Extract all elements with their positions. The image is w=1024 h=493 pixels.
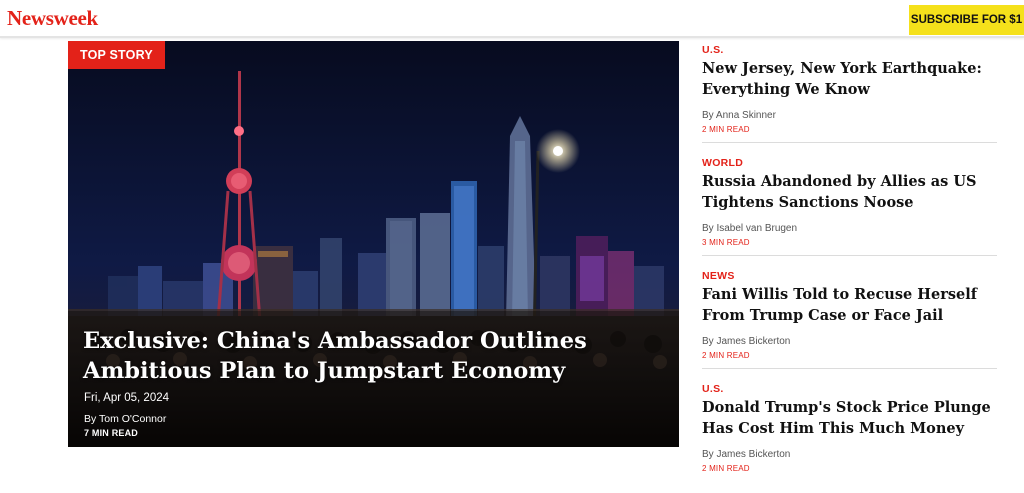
list-item[interactable]: U.S. New Jersey, New York Earthquake: Ev… xyxy=(702,40,997,143)
top-story-card[interactable]: TOP STORY Exclusive: China's Ambassador … xyxy=(68,41,679,447)
story-author[interactable]: By James Bickerton xyxy=(702,449,790,460)
top-story-image[interactable] xyxy=(68,41,679,447)
top-story-read-time: 7 MIN READ xyxy=(84,428,139,438)
story-headline[interactable]: Fani Willis Told to Recuse Herself From … xyxy=(702,284,997,326)
newsweek-logo[interactable]: Newsweek xyxy=(7,7,98,29)
top-navigation-bar: Newsweek SUBSCRIBE FOR $1 xyxy=(0,0,1024,38)
story-author[interactable]: By Anna Skinner xyxy=(702,110,776,121)
top-story-badge[interactable]: TOP STORY xyxy=(68,41,165,69)
list-item[interactable]: WORLD Russia Abandoned by Allies as US T… xyxy=(702,153,997,256)
story-headline[interactable]: New Jersey, New York Earthquake: Everyth… xyxy=(702,58,997,100)
top-story-date: Fri, Apr 05, 2024 xyxy=(84,392,170,404)
story-headline[interactable]: Russia Abandoned by Allies as US Tighten… xyxy=(702,171,997,213)
story-author[interactable]: By James Bickerton xyxy=(702,336,790,347)
story-category[interactable]: U.S. xyxy=(702,383,724,395)
story-category[interactable]: U.S. xyxy=(702,44,724,56)
list-item[interactable]: NEWS Fani Willis Told to Recuse Herself … xyxy=(702,266,997,369)
story-headline[interactable]: Donald Trump's Stock Price Plunge Has Co… xyxy=(702,397,997,439)
story-read-time: 2 MIN READ xyxy=(702,125,750,134)
subscribe-button[interactable]: SUBSCRIBE FOR $1 xyxy=(909,5,1024,35)
story-read-time: 3 MIN READ xyxy=(702,238,750,247)
story-read-time: 2 MIN READ xyxy=(702,464,750,473)
story-author[interactable]: By Isabel van Brugen xyxy=(702,223,797,234)
list-item[interactable]: U.S. Donald Trump's Stock Price Plunge H… xyxy=(702,379,997,481)
story-read-time: 2 MIN READ xyxy=(702,351,750,360)
top-story-headline[interactable]: Exclusive: China's Ambassador Outlines A… xyxy=(83,326,643,386)
story-category[interactable]: WORLD xyxy=(702,157,743,169)
story-category[interactable]: NEWS xyxy=(702,270,735,282)
sidebar-story-list: U.S. New Jersey, New York Earthquake: Ev… xyxy=(702,40,997,491)
top-story-author[interactable]: By Tom O'Connor xyxy=(84,413,166,425)
